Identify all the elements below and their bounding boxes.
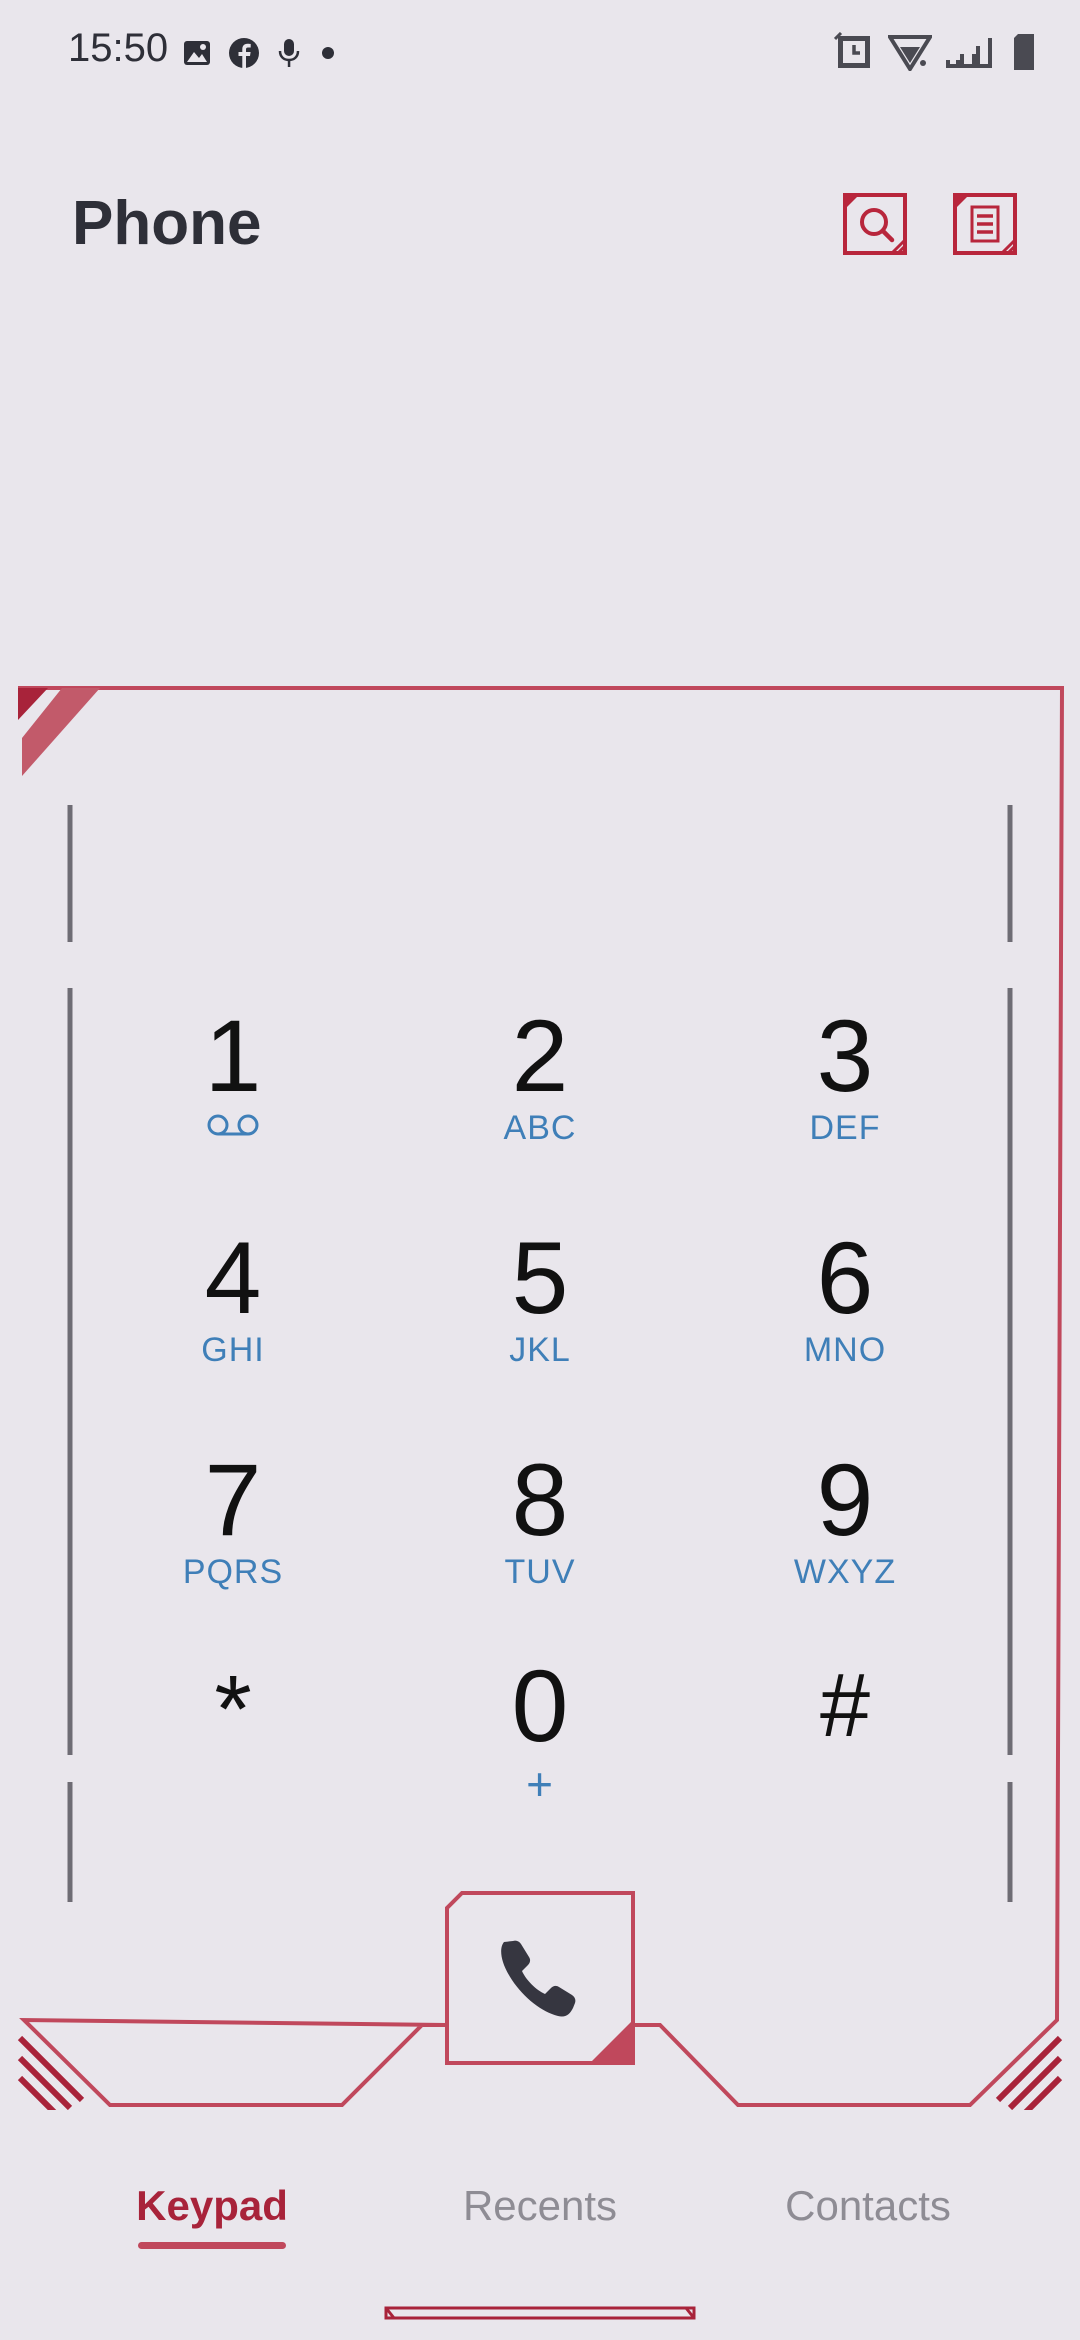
key-7[interactable]: 7 PQRS: [133, 1448, 333, 1618]
phone-icon: [445, 1891, 635, 2065]
key-digit: 0: [511, 1649, 569, 1763]
key-0[interactable]: 0 +: [440, 1654, 640, 1824]
key-digit: #: [819, 1656, 871, 1756]
notification-icons: [182, 34, 338, 72]
page-title: Phone: [72, 189, 262, 258]
image-icon: [184, 41, 210, 65]
key-4[interactable]: 4 GHI: [133, 1226, 333, 1396]
voicemail-icon: [207, 1114, 259, 1136]
key-letters: JKL: [509, 1331, 571, 1369]
key-letters: TUV: [504, 1553, 576, 1591]
search-icon: [843, 193, 907, 255]
key-digit: 3: [816, 999, 874, 1113]
key-digit: 8: [511, 1443, 569, 1557]
bottom-nav: Keypad Recents Contacts: [0, 2150, 1080, 2270]
tab-keypad[interactable]: Keypad: [132, 2182, 292, 2230]
microphone-icon: [278, 39, 300, 67]
key-digit: 2: [511, 999, 569, 1113]
key-1[interactable]: 1: [133, 1004, 333, 1174]
status-bar: 15:50: [0, 0, 1080, 100]
active-tab-indicator: [138, 2242, 286, 2249]
key-hash[interactable]: #: [745, 1654, 945, 1824]
key-3[interactable]: 3 DEF: [745, 1004, 945, 1174]
key-8[interactable]: 8 TUV: [440, 1448, 640, 1618]
signal-icon: [946, 38, 992, 68]
key-letters: GHI: [201, 1331, 265, 1369]
wifi-icon: [888, 35, 932, 71]
key-letters: ABC: [503, 1109, 577, 1147]
key-digit: *: [214, 1656, 252, 1763]
dot-icon: [322, 47, 334, 59]
system-icons: [834, 30, 1036, 74]
tab-contacts[interactable]: Contacts: [758, 2182, 978, 2230]
battery-icon: [1014, 34, 1034, 70]
key-2[interactable]: 2 ABC: [440, 1004, 640, 1174]
key-digit: 7: [204, 1443, 262, 1557]
key-9[interactable]: 9 WXYZ: [745, 1448, 945, 1618]
call-button[interactable]: [444, 1890, 636, 2066]
menu-button[interactable]: [952, 192, 1018, 256]
key-6[interactable]: 6 MNO: [745, 1226, 945, 1396]
key-digit: 6: [816, 1221, 874, 1335]
home-indicator[interactable]: [384, 2306, 696, 2320]
key-letters: +: [526, 1758, 554, 1810]
key-letters: DEF: [809, 1109, 881, 1147]
menu-icon: [953, 193, 1017, 255]
key-digit: 5: [511, 1221, 569, 1335]
alarm-icon: [834, 32, 870, 68]
key-5[interactable]: 5 JKL: [440, 1226, 640, 1396]
key-digit: 1: [204, 999, 262, 1113]
status-time: 15:50: [68, 26, 169, 70]
key-letters: PQRS: [182, 1553, 284, 1591]
key-digit: 4: [204, 1221, 262, 1335]
facebook-icon: [229, 38, 259, 68]
key-letters: WXYZ: [793, 1553, 897, 1591]
key-digit: 9: [816, 1443, 874, 1557]
key-star[interactable]: *: [133, 1658, 333, 1828]
key-letters: MNO: [803, 1331, 887, 1369]
tab-recents[interactable]: Recents: [440, 2182, 640, 2230]
search-button[interactable]: [842, 192, 908, 256]
